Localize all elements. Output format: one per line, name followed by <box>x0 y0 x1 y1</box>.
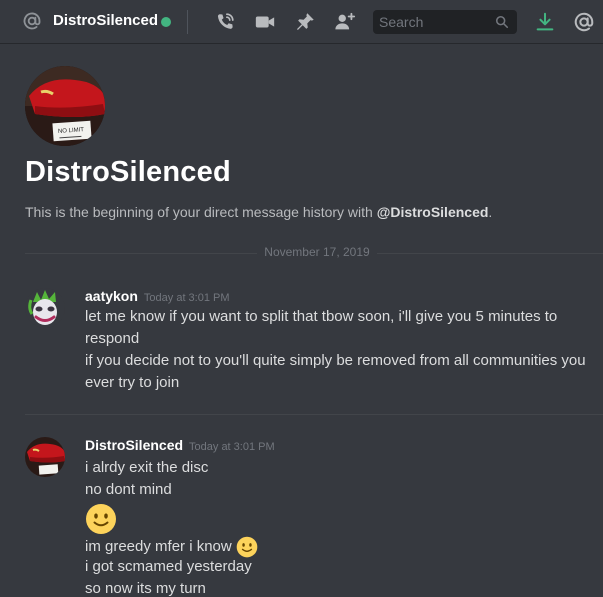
message-text: i alrdy exit the disc <box>85 459 209 476</box>
recipient-avatar[interactable]: NO LIMIT <box>25 66 105 146</box>
download-icon[interactable] <box>534 11 556 33</box>
channel-title: DistroSilenced <box>53 12 159 29</box>
message-text: ever try to join <box>85 374 180 391</box>
message-text: if you decide not to you'll quite simply… <box>85 352 586 369</box>
channel-header: DistroSilenced <box>0 0 603 44</box>
author-name[interactable]: DistroSilenced <box>85 437 183 453</box>
dm-intro-prefix: This is the beginning of your direct mes… <box>25 204 377 220</box>
message-author[interactable]: aatykon Today at 3:01 PM <box>85 288 230 304</box>
joker-avatar-image <box>25 288 65 328</box>
message-author[interactable]: DistroSilenced Today at 3:01 PM <box>85 437 275 453</box>
sneaker-photo-small <box>25 437 65 477</box>
phone-call-icon[interactable] <box>214 11 236 33</box>
message-avatar[interactable] <box>25 437 65 477</box>
search-icon <box>495 15 509 29</box>
message-text: no dont mind <box>85 481 172 498</box>
recipient-name: DistroSilenced <box>25 156 231 188</box>
message-text-with-emoji: im greedy mfer i know <box>85 536 258 558</box>
message-text: so now its my turn <box>85 580 206 597</box>
slightly-smiling-face-icon[interactable] <box>236 536 258 558</box>
dm-intro-handle[interactable]: @DistroSilenced <box>377 204 489 220</box>
message-group-divider <box>25 414 603 415</box>
dm-intro-suffix: . <box>488 204 493 220</box>
message-timestamp: Today at 3:01 PM <box>189 441 275 453</box>
sneaker-photo: NO LIMIT <box>25 66 105 146</box>
message-avatar[interactable] <box>25 288 65 328</box>
slightly-smiling-face-icon[interactable] <box>85 503 117 535</box>
search-input[interactable] <box>373 10 491 34</box>
date-divider-label: November 17, 2019 <box>264 245 370 259</box>
divider-line-right <box>377 253 603 254</box>
online-status-icon <box>161 17 171 27</box>
message-text: i got scmamed yesterday <box>85 558 252 575</box>
message-text: let me know if you want to split that tb… <box>85 308 558 325</box>
mention-icon[interactable] <box>573 11 595 33</box>
message-text: im greedy mfer i know <box>85 537 232 555</box>
search-box[interactable] <box>373 10 517 34</box>
pin-icon[interactable] <box>294 11 316 33</box>
message-timestamp: Today at 3:01 PM <box>143 292 230 304</box>
add-friend-icon[interactable] <box>334 11 356 33</box>
header-divider <box>187 10 188 34</box>
divider-line-left <box>25 253 257 254</box>
date-divider: November 17, 2019 <box>25 245 603 259</box>
dm-intro-description: This is the beginning of your direct mes… <box>25 204 492 220</box>
video-call-icon[interactable] <box>254 11 276 33</box>
at-icon <box>23 12 41 30</box>
author-name[interactable]: aatykon <box>85 288 138 304</box>
message-text: respond <box>85 330 140 347</box>
